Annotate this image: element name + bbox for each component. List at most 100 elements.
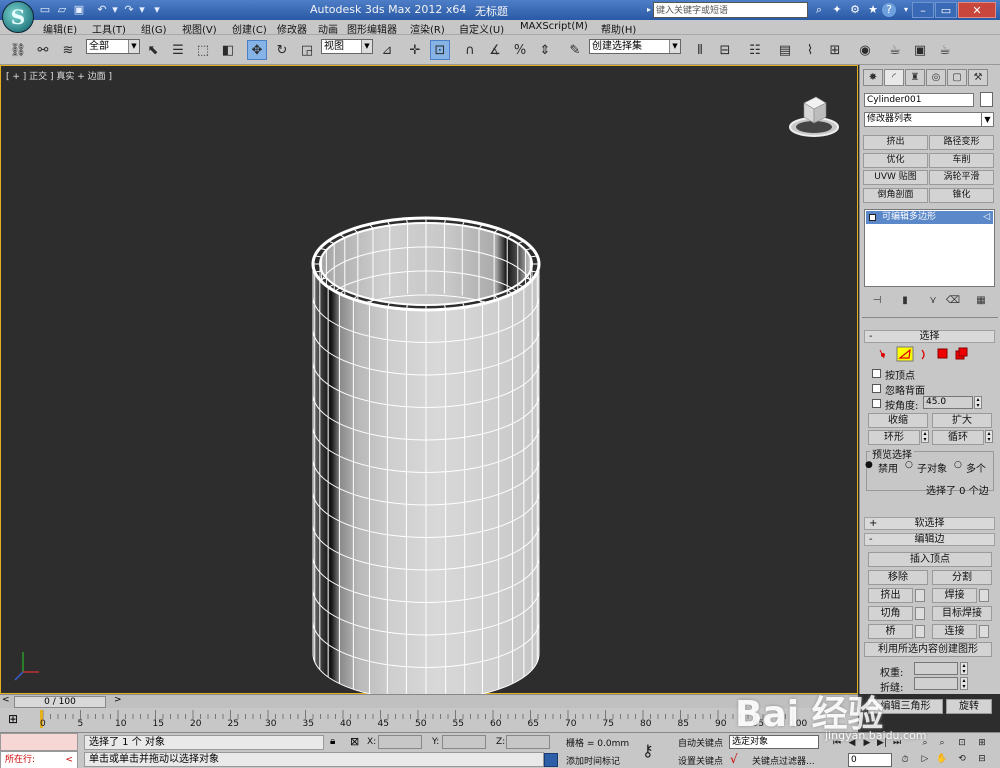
- time-slider[interactable]: < 0 / 100 >: [0, 694, 858, 708]
- menu-maxscript[interactable]: MAXScript(M): [520, 21, 588, 32]
- minimize-button[interactable]: –: [912, 2, 934, 18]
- rotate-icon[interactable]: ↻: [272, 40, 292, 60]
- track-bar[interactable]: ⊞ 0 5 10 15 20 25 30 35 40 45 50 55 60 65 70 75 80 85 90 95…: [0, 708, 858, 732]
- reference-coord-dropdown[interactable]: 视图 ▼: [321, 39, 373, 54]
- target-weld-button[interactable]: 目标焊接: [932, 606, 992, 621]
- edit-named-selection-icon[interactable]: ✎: [565, 40, 585, 60]
- customize-dropdown-icon[interactable]: ▾: [150, 3, 164, 17]
- weld-settings-button[interactable]: [979, 589, 989, 602]
- by-angle-checkbox[interactable]: [872, 399, 881, 408]
- maximize-viewport-icon[interactable]: ⊟: [975, 753, 989, 765]
- current-frame-field[interactable]: 0: [848, 753, 892, 767]
- x-coordinate-field[interactable]: [378, 735, 422, 749]
- next-frame-icon[interactable]: ▶|: [875, 737, 889, 749]
- remove-modifier-icon[interactable]: ⌫: [944, 294, 962, 308]
- snaps-toggle-icon[interactable]: ∩: [460, 40, 480, 60]
- remove-button[interactable]: 移除: [868, 570, 928, 585]
- polygon-mode-icon[interactable]: [937, 348, 948, 359]
- rendered-frame-icon[interactable]: ▣: [910, 40, 930, 60]
- path-deform-modifier-button[interactable]: 路径变形: [929, 135, 994, 150]
- insert-vertex-button[interactable]: 插入顶点: [868, 552, 992, 567]
- viewcube-icon[interactable]: [786, 91, 842, 139]
- time-next-icon[interactable]: >: [114, 695, 122, 705]
- optimize-modifier-button[interactable]: 优化: [863, 153, 928, 168]
- mirror-icon[interactable]: ⫴: [690, 40, 710, 60]
- graphite-tools-icon[interactable]: ▤: [775, 40, 795, 60]
- modify-tab-icon[interactable]: ◜: [884, 69, 904, 86]
- keyboard-shortcut-override-icon[interactable]: ⊡: [430, 40, 450, 60]
- open-file-icon[interactable]: ▱: [55, 3, 69, 17]
- menu-animation[interactable]: 动画: [318, 21, 338, 36]
- angle-spinner-field[interactable]: 45.0: [923, 396, 973, 409]
- new-file-icon[interactable]: ▭: [38, 3, 52, 17]
- add-time-tag-icon[interactable]: [544, 753, 558, 767]
- edit-edges-rollout-header[interactable]: - 编辑边: [864, 533, 995, 546]
- y-coordinate-field[interactable]: [442, 735, 486, 749]
- cylinder-mesh[interactable]: [301, 206, 551, 711]
- menu-help[interactable]: 帮助(H): [601, 21, 636, 36]
- time-config-icon[interactable]: ⏱: [898, 754, 912, 766]
- pin-stack-icon[interactable]: ⊣: [868, 294, 886, 308]
- stack-item-editable-poly[interactable]: 可编辑多边形 ◁: [866, 211, 993, 224]
- zoom-icon[interactable]: ⌕: [918, 737, 932, 749]
- modifier-list-dropdown[interactable]: 修改器列表 ▼: [864, 112, 994, 127]
- vertex-mode-icon[interactable]: [879, 349, 885, 359]
- turn-button[interactable]: 旋转: [946, 699, 992, 714]
- menu-group[interactable]: 组(G): [141, 21, 167, 36]
- crease-spinner-field[interactable]: [914, 677, 958, 690]
- uvw-map-modifier-button[interactable]: UVW 贴图: [863, 170, 928, 185]
- turbosmooth-modifier-button[interactable]: 涡轮平滑: [929, 170, 994, 185]
- previous-frame-icon[interactable]: ◀: [845, 737, 859, 749]
- selection-filter-dropdown[interactable]: 全部 ▼: [86, 39, 140, 54]
- connect-settings-button[interactable]: [979, 625, 989, 638]
- selection-rollout-header[interactable]: - 选择: [864, 330, 995, 343]
- orbit-icon[interactable]: ⟲: [955, 753, 969, 765]
- object-name-field[interactable]: Cylinder001: [864, 93, 974, 107]
- set-key-button[interactable]: 设置关键点: [678, 754, 723, 767]
- split-button[interactable]: 分割: [932, 570, 992, 585]
- perspective-viewport[interactable]: [ + ] 正交 ] 真实 + 边面 ]: [0, 65, 858, 701]
- bridge-button[interactable]: 桥: [868, 624, 913, 639]
- align-icon[interactable]: ⊟: [715, 40, 735, 60]
- close-button[interactable]: ✕: [958, 2, 996, 18]
- element-mode-icon[interactable]: [955, 347, 968, 360]
- curve-editor-icon[interactable]: ⌇: [800, 40, 820, 60]
- radio-disabled-icon[interactable]: ●: [865, 460, 873, 470]
- hierarchy-tab-icon[interactable]: ♜: [905, 69, 925, 86]
- connect-button[interactable]: 连接: [932, 624, 977, 639]
- zoom-extents-all-icon[interactable]: ⊞: [975, 737, 989, 749]
- radio-multi-icon[interactable]: ○: [954, 460, 962, 470]
- bind-space-warp-icon[interactable]: ≋: [58, 40, 78, 60]
- chamfer-settings-button[interactable]: [915, 607, 925, 620]
- object-color-swatch[interactable]: [980, 92, 993, 107]
- modifier-stack[interactable]: 可编辑多边形 ◁: [864, 209, 995, 287]
- link-icon[interactable]: ⛓: [8, 40, 28, 60]
- z-coordinate-field[interactable]: [506, 735, 550, 749]
- ring-button[interactable]: 环形: [868, 430, 920, 445]
- mini-curve-editor-icon[interactable]: ⊞: [8, 712, 18, 726]
- menu-rendering[interactable]: 渲染(R): [410, 21, 445, 36]
- pivot-center-icon[interactable]: ⊿: [377, 40, 397, 60]
- bevel-profile-modifier-button[interactable]: 倒角剖面: [863, 188, 928, 203]
- unlink-icon[interactable]: ⚯: [33, 40, 53, 60]
- create-shape-button[interactable]: 利用所选内容创建图形: [864, 642, 992, 657]
- redo-dropdown-icon[interactable]: ▾: [135, 3, 149, 17]
- go-to-end-icon[interactable]: ⏭: [890, 737, 904, 749]
- save-file-icon[interactable]: ▣: [72, 3, 86, 17]
- menu-edit[interactable]: 编辑(E): [43, 21, 77, 36]
- shrink-button[interactable]: 收缩: [868, 413, 928, 428]
- loop-button[interactable]: 循环: [932, 430, 984, 445]
- maxscript-listener-top[interactable]: [0, 733, 78, 751]
- move-icon[interactable]: ✥: [247, 40, 267, 60]
- layer-manager-icon[interactable]: ☷: [745, 40, 765, 60]
- lathe-modifier-button[interactable]: 车削: [929, 153, 994, 168]
- time-slider-thumb[interactable]: 0 / 100: [14, 696, 106, 708]
- weld-button[interactable]: 焊接: [932, 588, 977, 603]
- rect-selection-icon[interactable]: ⬚: [193, 40, 213, 60]
- field-of-view-icon[interactable]: ▷: [918, 753, 932, 765]
- utilities-tab-icon[interactable]: ⚒: [968, 69, 988, 86]
- select-object-icon[interactable]: ⬉: [143, 40, 163, 60]
- favorites-icon[interactable]: ★: [865, 2, 881, 18]
- auto-key-button[interactable]: 自动关键点: [678, 736, 723, 749]
- menu-create[interactable]: 创建(C): [232, 21, 267, 36]
